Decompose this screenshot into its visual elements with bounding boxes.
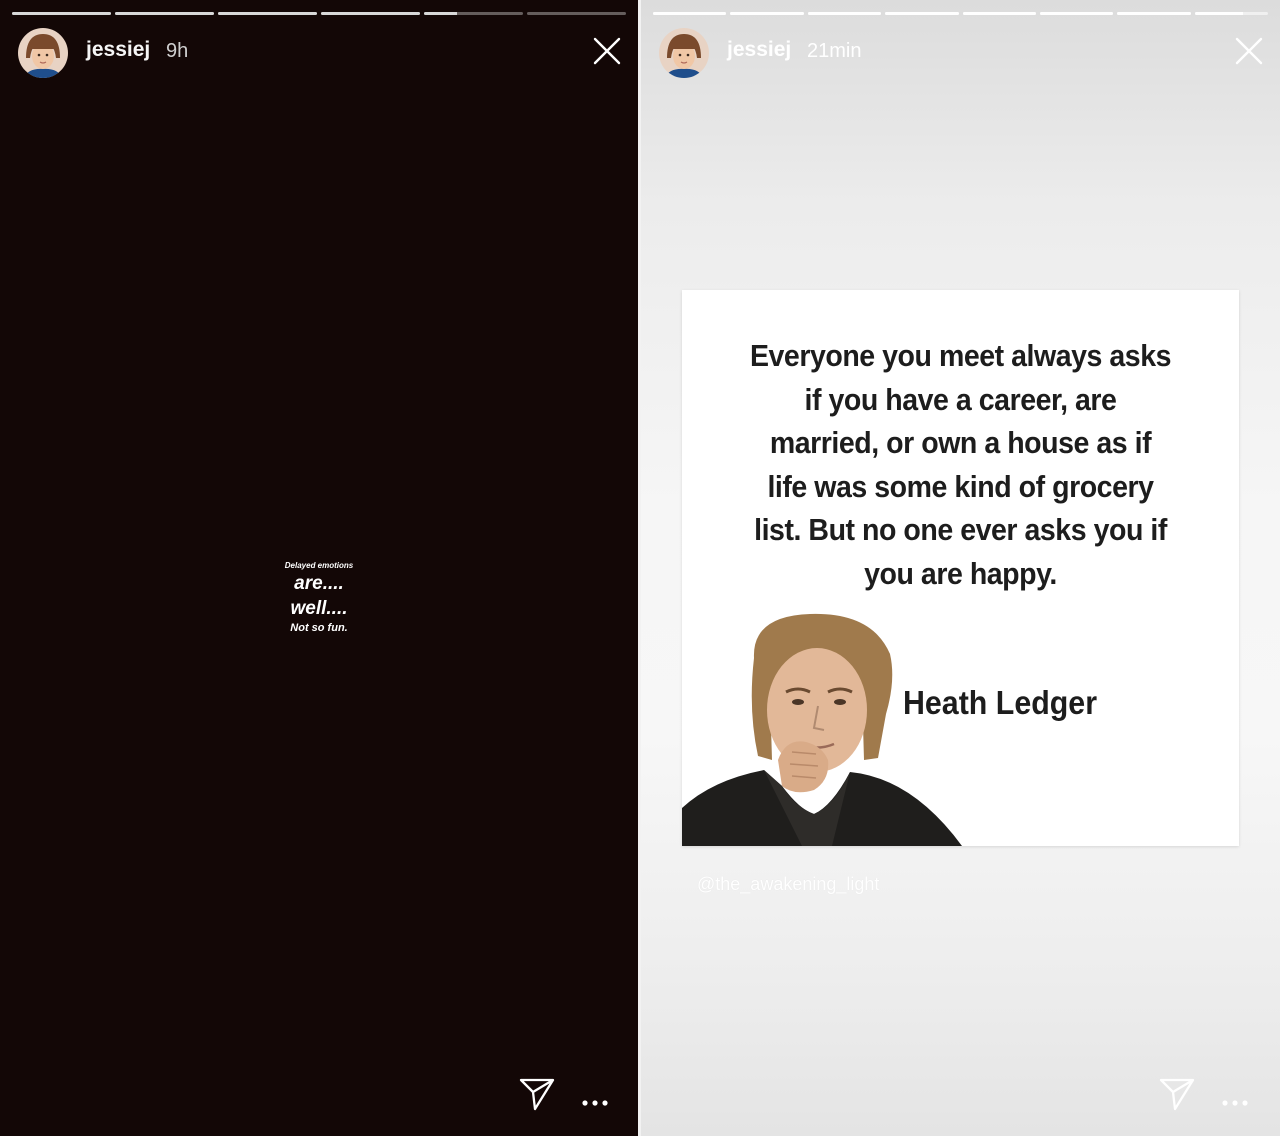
story-caption-line: Not so fun. [290,622,348,634]
username[interactable]: jessiej [727,38,791,62]
progress-segment-fill [653,12,727,15]
send-icon[interactable] [1158,1076,1196,1112]
quote-author: Heath Ledger [903,684,1098,721]
story-progress-bar [12,12,626,15]
more-options-icon[interactable] [582,1100,608,1106]
progress-segment [653,12,727,15]
quote-line: you are happy. [864,555,1057,591]
progress-segment-fill [807,12,882,15]
quote-line: if you have a career, are [804,381,1117,417]
progress-segment-fill [321,12,420,15]
story-caption-line: are.... [294,573,344,594]
quote-line: life was some kind of grocery [767,468,1154,504]
progress-segment [115,12,214,15]
progress-segment-fill [730,12,804,15]
progress-segment-fill [1039,12,1114,15]
send-icon[interactable] [518,1076,556,1112]
progress-segment [321,12,420,15]
story-progress-bar [653,12,1268,15]
progress-segment-fill [218,12,317,15]
progress-segment [1194,12,1268,15]
username[interactable]: jessiej [86,38,150,62]
progress-segment [962,12,1036,15]
close-icon[interactable] [592,36,622,66]
progress-segment [424,12,523,15]
avatar[interactable] [18,28,68,78]
more-options-icon[interactable] [1222,1100,1248,1106]
progress-segment [1039,12,1114,15]
progress-segment-fill [962,12,1036,15]
progress-segment [807,12,882,15]
close-icon[interactable] [1234,36,1264,66]
quote-image: Everyone you meet always asks if you hav… [682,290,1239,846]
story-time: 21min [807,40,862,62]
progress-segment-fill [1194,12,1244,15]
progress-segment-fill [1117,12,1191,15]
avatar[interactable] [659,28,709,78]
quote-line: list. But no one ever asks you if [754,512,1167,547]
quote-text: Everyone you meet always asks if you hav… [732,334,1189,595]
progress-segment-fill [885,12,959,15]
progress-segment [885,12,959,15]
story-panel-left[interactable]: jessiej 9h Delayed emotions are.... well… [0,0,638,1136]
quote-line: married, or own a house as if [769,425,1152,460]
progress-segment-fill [115,12,214,15]
progress-segment-fill [424,12,457,15]
progress-segment [730,12,804,15]
story-panel-right[interactable]: jessiej 21min Everyone you meet always a… [641,0,1280,1136]
progress-segment [12,12,111,15]
progress-segment [218,12,317,15]
image-credit: @the_awakening_light [697,874,880,894]
story-caption-line: well.... [290,598,348,619]
progress-segment [527,12,626,15]
story-time: 9h [166,40,189,62]
story-caption-line: Delayed emotions [284,561,354,570]
quote-line: Everyone you meet always asks [749,338,1172,373]
progress-segment [1117,12,1191,15]
progress-segment-fill [12,12,111,15]
author-portrait [682,613,962,846]
